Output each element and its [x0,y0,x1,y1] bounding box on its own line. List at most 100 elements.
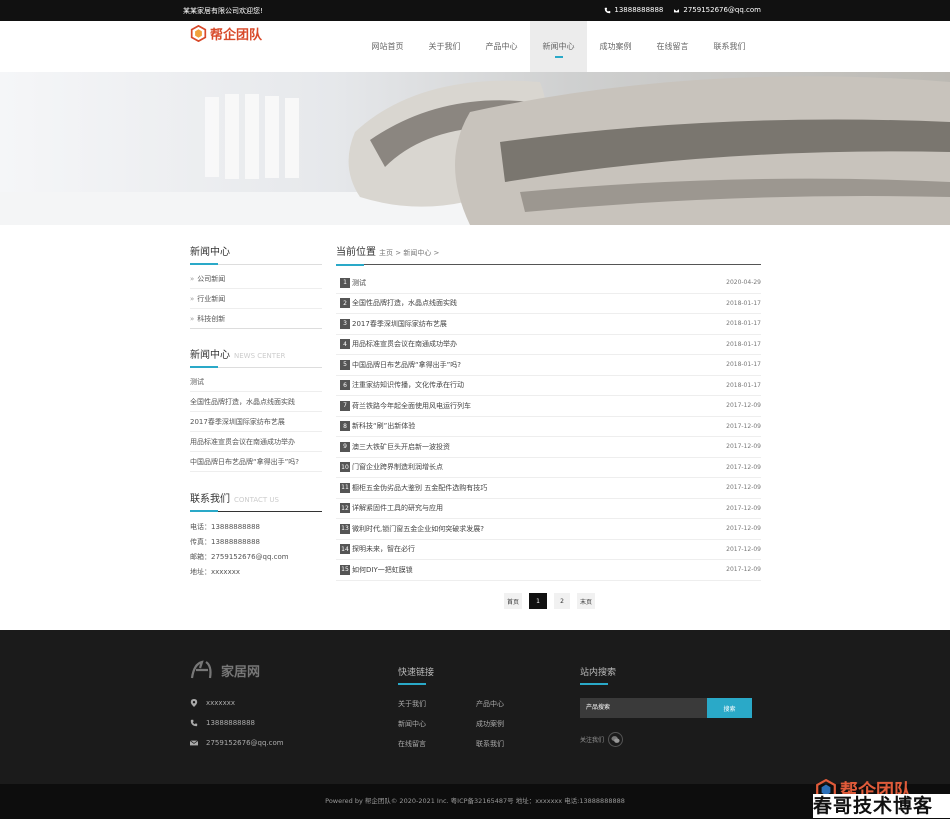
sidebar-news-item[interactable]: 中国品牌日布艺品牌“拿得出手”吗? [190,452,322,472]
row-title[interactable]: 荷兰铁路今年起全面使用风电运行列车 [352,401,726,411]
category-item[interactable]: » 公司新闻 [190,269,322,289]
row-title[interactable]: 探明未来，智在必行 [352,544,726,554]
chevron-right-icon: » [190,295,195,303]
footer-link-contact[interactable]: 联系我们 [476,739,504,749]
pager-first[interactable]: 首页 [504,593,523,609]
footer-link-message[interactable]: 在线留言 [398,739,426,749]
row-number: 4 [340,339,350,350]
nav-about[interactable]: 关于我们 [416,21,473,72]
logo-icon [190,25,207,42]
footer-address: xxxxxxx [190,699,235,707]
news-row[interactable]: 12 详解紧固件工具的研究与应用 2017-12-09 [336,499,761,519]
sidebar-category-title: 新闻中心 [190,243,322,265]
news-row[interactable]: 8 新科技“刷”出新体验 2017-12-09 [336,417,761,437]
current-position: 当前位置 主页 > 新闻中心 > [336,243,761,266]
row-title[interactable]: 详解紧固件工具的研究与应用 [352,503,726,513]
row-number: 14 [340,544,350,555]
news-row[interactable]: 4 用品标准宣贯会议在南通成功举办 2018-01-17 [336,335,761,355]
row-date: 2018-01-17 [726,361,761,369]
sidebar-news-title: 新闻中心 NEWS CENTER [190,346,322,368]
row-title[interactable]: 澳三大铁矿巨头开启新一波投资 [352,442,726,452]
footer-link-about[interactable]: 关于我们 [398,699,426,709]
row-date: 2018-01-17 [726,299,761,307]
row-title[interactable]: 新科技“刷”出新体验 [352,421,726,431]
row-title[interactable]: 橱柜五金伪劣品大鉴别 五金配件选购有技巧 [352,483,726,493]
category-item[interactable]: » 科技创新 [190,309,322,329]
nav-cases[interactable]: 成功案例 [587,21,644,72]
news-row[interactable]: 10 门窗企业跨界制造利润增长点 2017-12-09 [336,458,761,478]
footer: 家居网 xxxxxxx 13888888888 2759152676@qq.co… [0,630,950,784]
wechat-button[interactable] [608,732,624,747]
contact-email: 邮箱：2759152676@qq.com [190,553,289,561]
row-title[interactable]: 微利时代,锁门窗五金企业如何突破求发展? [352,524,726,534]
sidebar-news-item[interactable]: 用品标准宣贯会议在南通成功举办 [190,432,322,452]
news-row[interactable]: 13 微利时代,锁门窗五金企业如何突破求发展? 2017-12-09 [336,519,761,540]
row-title[interactable]: 门窗企业跨界制造利润增长点 [352,462,726,472]
footer-link-news[interactable]: 新闻中心 [398,719,426,729]
row-date: 2017-12-09 [726,545,761,553]
banner-image [0,72,950,225]
site-search-button[interactable]: 搜索 [707,698,752,718]
news-row[interactable]: 11 橱柜五金伪劣品大鉴别 五金配件选购有技巧 2017-12-09 [336,478,761,499]
row-number: 12 [340,503,350,514]
row-title[interactable]: 全国性品牌打造，水晶点线面实践 [352,298,726,308]
footer-phone: 13888888888 [190,719,255,727]
news-row[interactable]: 5 中国品牌日布艺品牌“拿得出手”吗? 2018-01-17 [336,355,761,376]
footer-email: 2759152676@qq.com [190,739,284,747]
row-title[interactable]: 测试 [352,278,726,288]
phone-icon [605,7,611,13]
news-row[interactable]: 9 澳三大铁矿巨头开启新一波投资 2017-12-09 [336,437,761,458]
footer-link-cases[interactable]: 成功案例 [476,719,504,729]
row-title[interactable]: 用品标准宣贯会议在南通成功举办 [352,339,726,349]
row-number: 11 [340,482,350,493]
contact-phone: 电话：13888888888 [190,523,260,531]
nav-contact[interactable]: 联系我们 [701,21,758,72]
news-row[interactable]: 6 注重家纺知识传播，文化传承在行动 2018-01-17 [336,376,761,396]
row-date: 2020-04-29 [726,279,761,287]
footer-logo[interactable]: 家居网 [190,660,260,680]
mail-icon [190,740,198,746]
row-date: 2018-01-17 [726,320,761,328]
news-list: 1 测试 2020-04-29 2 全国性品牌打造，水晶点线面实践 2018-01-17 3… [336,273,761,581]
location-icon [190,699,198,707]
row-title[interactable]: 如何DIY一把虹膜锁 [352,565,726,575]
logo-text: 帮企团队 [210,28,263,43]
row-number: 15 [340,564,350,575]
footer-link-products[interactable]: 产品中心 [476,699,504,709]
row-date: 2018-01-17 [726,340,761,348]
row-date: 2017-12-09 [726,463,761,471]
news-row[interactable]: 3 2017春季深圳国际家纺布艺展 2018-01-17 [336,314,761,335]
news-row[interactable]: 14 探明未来，智在必行 2017-12-09 [336,540,761,560]
pager-page-2[interactable]: 2 [554,593,571,609]
row-number: 2 [340,298,350,309]
hero-banner [0,72,950,225]
site-logo[interactable]: 帮企团队 [190,24,262,43]
watermark: 帮企团队 春哥技术博客 [805,776,950,819]
nav-products[interactable]: 产品中心 [473,21,530,72]
pagination: 首页 1 2 末页 [504,593,596,609]
category-item[interactable]: » 行业新闻 [190,289,322,309]
sidebar-news-item[interactable]: 全国性品牌打造，水晶点线面实践 [190,392,322,412]
house-logo-icon [190,660,212,679]
sidebar-news-item[interactable]: 2017春季深圳国际家纺布艺展 [190,412,322,432]
site-search-input[interactable] [580,698,707,718]
nav-news[interactable]: 新闻中心 [530,21,587,72]
top-bar: 某某家居有限公司欢迎您! 13888888888 2759152676@qq.c… [0,0,950,21]
pager-page-1[interactable]: 1 [529,593,548,609]
news-row[interactable]: 7 荷兰铁路今年起全面使用风电运行列车 2017-12-09 [336,396,761,417]
row-title[interactable]: 2017春季深圳国际家纺布艺展 [352,319,726,329]
sidebar-news-item[interactable]: 测试 [190,372,322,392]
news-row[interactable]: 15 如何DIY一把虹膜锁 2017-12-09 [336,560,761,581]
news-row[interactable]: 2 全国性品牌打造，水晶点线面实践 2018-01-17 [336,294,761,314]
watermark-text: 春哥技术博客 [813,794,950,818]
row-number: 10 [340,462,350,473]
nav-home[interactable]: 网站首页 [359,21,416,72]
nav-message[interactable]: 在线留言 [644,21,701,72]
breadcrumb[interactable]: 主页 > 新闻中心 > [379,249,439,257]
pager-last[interactable]: 末页 [577,593,596,609]
news-row[interactable]: 1 测试 2020-04-29 [336,273,761,294]
row-title[interactable]: 中国品牌日布艺品牌“拿得出手”吗? [352,360,726,370]
row-title[interactable]: 注重家纺知识传播，文化传承在行动 [352,380,726,390]
welcome-text: 某某家居有限公司欢迎您! [183,7,263,15]
row-number: 3 [340,318,350,329]
